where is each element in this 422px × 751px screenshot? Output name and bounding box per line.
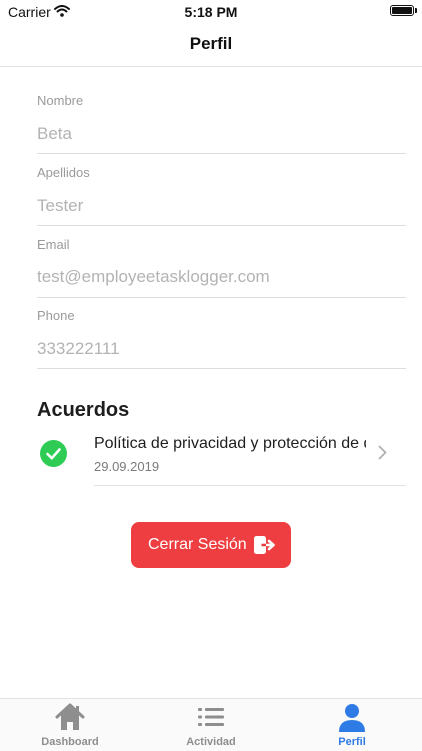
tab-label: Actividad (186, 736, 236, 748)
status-bar: Carrier 5:18 PM (0, 0, 422, 24)
status-time: 5:18 PM (184, 4, 238, 20)
tab-actividad[interactable]: Actividad (141, 699, 281, 751)
phone-field[interactable]: Phone 333222111 (37, 308, 406, 369)
battery-icon (390, 5, 414, 16)
field-value: 333222111 (37, 339, 120, 358)
field-value: test@employeetasklogger.com (37, 267, 270, 286)
tab-bar: Dashboard Actividad Perfil (0, 698, 422, 751)
field-label: Nombre (37, 93, 84, 108)
agreement-title: Política de privacidad y protección de d… (94, 435, 366, 452)
tab-dashboard[interactable]: Dashboard (0, 699, 140, 751)
home-icon (0, 703, 140, 736)
navigation-bar: Perfil (0, 24, 422, 67)
field-label: Email (37, 237, 70, 252)
surname-field[interactable]: Apellidos Tester (37, 165, 406, 226)
person-icon (282, 703, 422, 738)
agreement-date: 29.09.2019 (94, 459, 160, 474)
logout-icon (253, 535, 275, 560)
tab-perfil[interactable]: Perfil (282, 699, 422, 751)
logout-button[interactable]: Cerrar Sesión (131, 522, 291, 568)
tab-label: Perfil (338, 736, 366, 748)
divider (94, 485, 406, 486)
agreement-item[interactable]: Política de privacidad y protección de d… (0, 425, 422, 487)
battery-tip (415, 8, 417, 13)
tab-label: Dashboard (41, 736, 99, 748)
agreements-heading: Acuerdos (37, 399, 130, 421)
page-title: Perfil (189, 34, 233, 53)
chevron-right-icon (378, 445, 387, 465)
field-value: Beta (37, 124, 72, 143)
logout-label: Cerrar Sesión (148, 536, 247, 553)
field-value: Tester (37, 196, 84, 215)
field-label: Apellidos (37, 165, 90, 180)
check-circle-icon (40, 440, 67, 467)
field-label: Phone (37, 308, 75, 323)
list-icon (141, 703, 281, 736)
name-field[interactable]: Nombre Beta (37, 93, 406, 154)
email-field[interactable]: Email test@employeetasklogger.com (37, 237, 406, 298)
